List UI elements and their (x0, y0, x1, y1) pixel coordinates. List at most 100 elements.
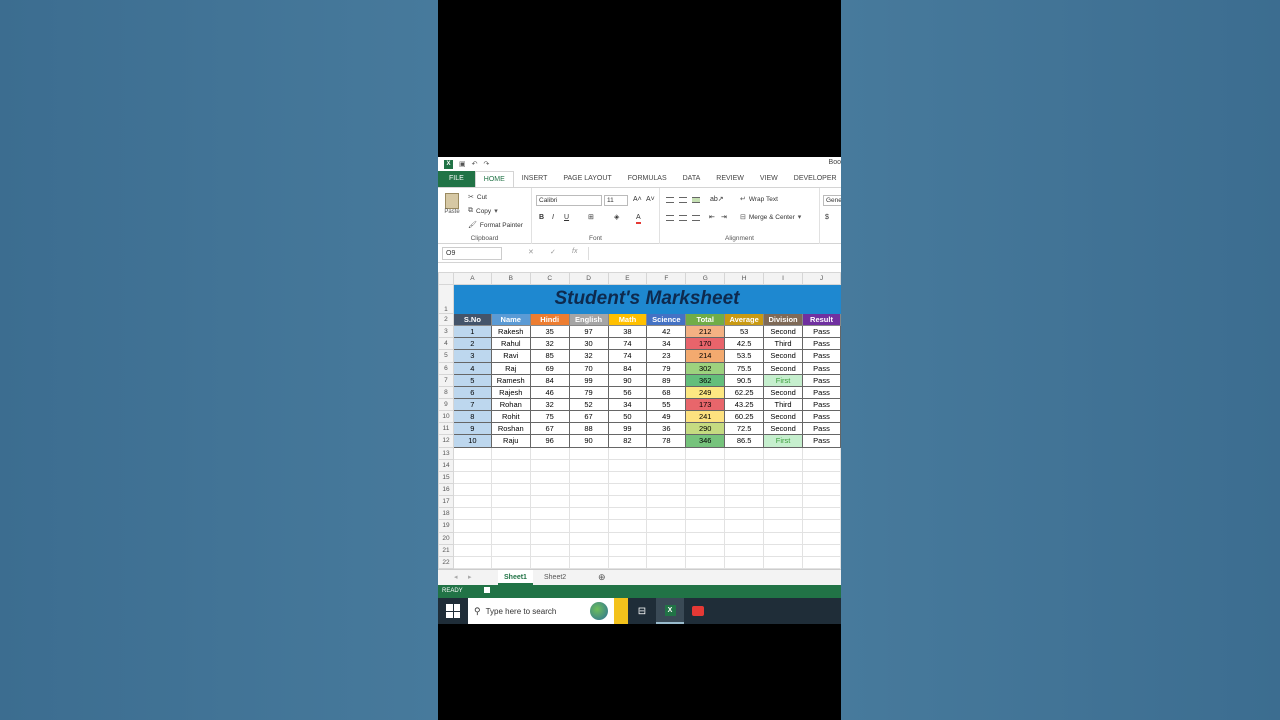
empty-cell[interactable] (763, 507, 804, 521)
empty-cell[interactable] (490, 495, 531, 509)
cell-sno[interactable]: 9 (452, 422, 492, 436)
row-header[interactable]: 12 (438, 434, 454, 448)
cell-name[interactable]: Rohit (490, 410, 531, 424)
cell-division[interactable]: Second (763, 422, 804, 436)
empty-cell[interactable] (802, 470, 841, 484)
empty-cell[interactable] (452, 519, 492, 533)
row-header[interactable]: 13 (438, 446, 454, 460)
cell-english[interactable]: 79 (568, 385, 609, 399)
cell-name[interactable]: Ravi (490, 349, 531, 363)
empty-cell[interactable] (685, 495, 726, 509)
cell-result[interactable]: Pass (802, 349, 841, 363)
select-all-corner[interactable] (438, 272, 454, 285)
header-cell[interactable]: Average (724, 312, 765, 327)
empty-cell[interactable] (490, 482, 531, 497)
empty-cell[interactable] (490, 458, 531, 472)
empty-cell[interactable] (607, 458, 648, 472)
empty-cell[interactable] (646, 507, 687, 521)
cell-result[interactable]: Pass (802, 410, 841, 424)
empty-cell[interactable] (529, 470, 570, 484)
cell-average[interactable]: 42.5 (724, 337, 765, 351)
empty-cell[interactable] (607, 519, 648, 533)
tab-developer[interactable]: DEVELOPER (786, 171, 841, 187)
cell-english[interactable]: 88 (568, 422, 609, 436)
row-header[interactable]: 22 (438, 555, 454, 569)
empty-cell[interactable] (646, 531, 687, 545)
cell-name[interactable]: Ramesh (490, 373, 531, 387)
cell-result[interactable]: Pass (802, 325, 841, 339)
format-painter-button[interactable]: 🖌 Format Painter (468, 221, 523, 230)
tab-data[interactable]: DATA (675, 171, 709, 187)
cell-english[interactable]: 97 (568, 325, 609, 339)
cell-average[interactable]: 60.25 (724, 410, 765, 424)
scroll-right-icon[interactable]: ▸ (462, 570, 478, 585)
cell-average[interactable]: 75.5 (724, 361, 765, 375)
cell-science[interactable]: 49 (646, 410, 687, 424)
column-header-g[interactable]: G (685, 272, 726, 285)
empty-cell[interactable] (685, 458, 726, 472)
insert-function-icon[interactable]: fx (572, 248, 577, 255)
align-bottom-icon[interactable] (692, 197, 700, 203)
empty-cell[interactable] (568, 507, 609, 521)
cell-average[interactable]: 62.25 (724, 385, 765, 399)
cell-total[interactable]: 302 (685, 361, 726, 375)
empty-cell[interactable] (607, 543, 648, 557)
cell-english[interactable]: 70 (568, 361, 609, 375)
font-name-select[interactable]: Calibri (536, 195, 602, 206)
cell-english[interactable]: 30 (568, 337, 609, 351)
row-header[interactable]: 15 (438, 470, 454, 484)
empty-cell[interactable] (452, 555, 492, 569)
cell-division[interactable]: First (763, 434, 804, 448)
cell-science[interactable]: 68 (646, 385, 687, 399)
cell-science[interactable]: 79 (646, 361, 687, 375)
align-middle-icon[interactable] (679, 197, 687, 203)
cell-science[interactable]: 34 (646, 337, 687, 351)
empty-cell[interactable] (607, 555, 648, 569)
empty-cell[interactable] (724, 482, 765, 497)
empty-cell[interactable] (452, 531, 492, 545)
sheet-title-cell[interactable]: Student's Marksheet (452, 284, 841, 314)
name-box[interactable]: O9 (442, 247, 502, 260)
header-cell[interactable]: S.No (452, 312, 492, 327)
empty-cell[interactable] (490, 531, 531, 545)
number-format-select[interactable]: Gene (823, 195, 841, 206)
empty-cell[interactable] (724, 470, 765, 484)
empty-cell[interactable] (529, 495, 570, 509)
redo-icon[interactable]: ↷ (484, 160, 490, 168)
cell-math[interactable]: 99 (607, 422, 648, 436)
cell-division[interactable]: Third (763, 397, 804, 412)
empty-cell[interactable] (724, 446, 765, 460)
empty-cell[interactable] (763, 446, 804, 460)
tab-file[interactable]: FILE (438, 171, 475, 187)
cell-total[interactable]: 173 (685, 397, 726, 412)
cell-science[interactable]: 42 (646, 325, 687, 339)
empty-cell[interactable] (646, 470, 687, 484)
empty-cell[interactable] (802, 531, 841, 545)
empty-cell[interactable] (529, 543, 570, 557)
taskbar-search[interactable]: ⚲ Type here to search (468, 598, 628, 624)
cell-name[interactable]: Raj (490, 361, 531, 375)
empty-cell[interactable] (568, 446, 609, 460)
align-center-icon[interactable] (679, 215, 687, 221)
cell-math[interactable]: 50 (607, 410, 648, 424)
row-header[interactable]: 17 (438, 495, 454, 509)
row-header[interactable]: 9 (438, 397, 454, 412)
empty-cell[interactable] (529, 482, 570, 497)
row-header[interactable]: 11 (438, 422, 454, 436)
column-header-i[interactable]: I (763, 272, 804, 285)
header-cell[interactable]: Division (763, 312, 804, 327)
cell-sno[interactable]: 10 (452, 434, 492, 448)
cell-sno[interactable]: 2 (452, 337, 492, 351)
empty-cell[interactable] (568, 531, 609, 545)
cell-division[interactable]: First (763, 373, 804, 387)
empty-cell[interactable] (763, 482, 804, 497)
empty-cell[interactable] (490, 555, 531, 569)
empty-cell[interactable] (685, 531, 726, 545)
empty-cell[interactable] (646, 446, 687, 460)
cell-hindi[interactable]: 35 (529, 325, 570, 339)
empty-cell[interactable] (802, 446, 841, 460)
row-header[interactable]: 4 (438, 337, 454, 351)
cell-result[interactable]: Pass (802, 337, 841, 351)
cell-math[interactable]: 56 (607, 385, 648, 399)
cell-sno[interactable]: 6 (452, 385, 492, 399)
